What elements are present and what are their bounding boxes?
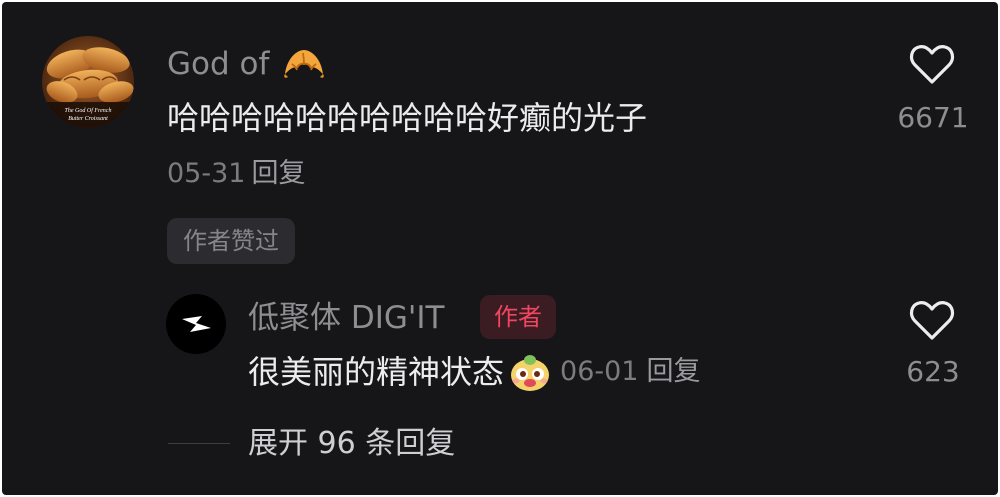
croissant-icon xyxy=(281,44,327,84)
avatar[interactable] xyxy=(166,294,226,354)
comment-meta: 05-31 回复 xyxy=(167,158,305,190)
reply-like-button[interactable] xyxy=(908,298,956,346)
expand-replies-button[interactable]: 展开 96 条回复 xyxy=(248,426,455,462)
author-liked-badge: 作者赞过 xyxy=(167,218,295,264)
svg-text:The God Of French: The God Of French xyxy=(65,107,112,114)
comment-like-count: 6671 xyxy=(897,101,969,134)
heart-icon xyxy=(909,301,955,340)
comment-thread: The God Of French Butter Croissant God o… xyxy=(2,2,998,495)
comment-like-button[interactable] xyxy=(908,42,956,90)
reply-content-row: 很美丽的精神状态 06-01 回复 xyxy=(248,352,700,392)
comment-username[interactable]: God of xyxy=(167,46,269,82)
comment-date: 05-31 xyxy=(167,158,246,189)
svg-text:Butter Croissant: Butter Croissant xyxy=(68,116,108,122)
bear-face-icon xyxy=(508,351,552,393)
comment-text: 哈哈哈哈哈哈哈哈哈哈好癫的光子 xyxy=(167,99,648,137)
avatar[interactable]: The God Of French Butter Croissant xyxy=(42,36,134,128)
comment-reply-button[interactable]: 回复 xyxy=(251,158,305,189)
heart-icon xyxy=(909,45,955,84)
reply-reply-button[interactable]: 回复 xyxy=(646,356,700,388)
author-badge: 作者 xyxy=(480,295,556,339)
lightning-logo-icon xyxy=(182,316,211,332)
reply-like-count: 623 xyxy=(906,355,960,388)
comment-username-row[interactable]: God of xyxy=(167,44,327,84)
reply-username[interactable]: 低聚体 DIG'IT xyxy=(248,300,445,336)
reply-text: 很美丽的精神状态 xyxy=(248,353,505,391)
reply-date: 06-01 xyxy=(560,356,639,387)
divider xyxy=(168,443,230,444)
croissant-avatar-image: The God Of French Butter Croissant xyxy=(42,36,134,128)
